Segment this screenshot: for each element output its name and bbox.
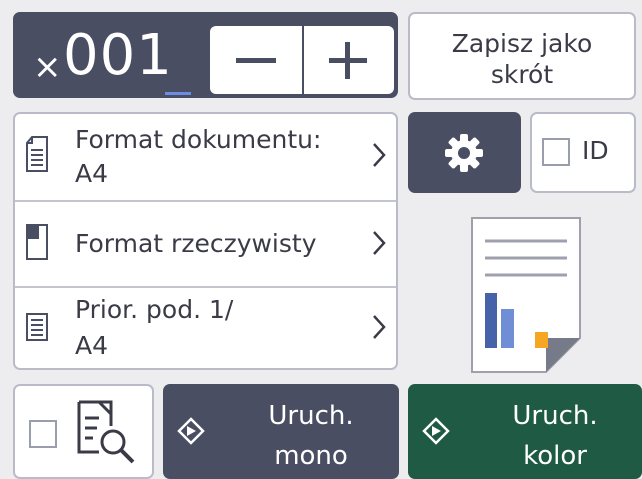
setting-tray-priority-value: A4	[75, 331, 109, 360]
actual-size-icon	[25, 222, 49, 266]
increment-button[interactable]	[302, 26, 394, 94]
id-copy-toggle[interactable]: ID	[530, 112, 636, 193]
start-mono-label: Uruch. mono	[227, 396, 395, 476]
settings-list: Format dokumentu: A4 Format rzeczywisty	[13, 112, 398, 370]
preview-checkbox[interactable]	[29, 420, 57, 448]
preview-magnify-icon	[77, 400, 137, 470]
setting-tray-priority-label: Prior. pod. 1/	[75, 295, 234, 324]
setting-tray-priority[interactable]: Prior. pod. 1/ A4	[15, 286, 396, 368]
start-diamond-icon	[177, 417, 205, 449]
save-as-shortcut-line2: skrót	[490, 60, 554, 89]
gear-icon	[445, 134, 483, 172]
setting-document-size-value: A4	[75, 159, 109, 188]
save-as-shortcut-line1: Zapisz jako	[451, 29, 593, 58]
start-mono-line1: Uruch.	[268, 401, 354, 431]
start-color-line1: Uruch.	[512, 401, 598, 431]
preview-toggle[interactable]	[13, 384, 154, 479]
decrement-button[interactable]	[210, 26, 302, 94]
id-copy-checkbox[interactable]	[542, 138, 570, 166]
setting-actual-size-label: Format rzeczywisty	[75, 229, 317, 258]
copies-prefix: ×	[33, 47, 62, 87]
setting-document-size-label: Format dokumentu:	[75, 125, 322, 154]
save-as-shortcut-button[interactable]: Zapisz jako skrót	[408, 12, 636, 100]
start-mono-line2: mono	[274, 441, 348, 471]
copies-counter: × 001	[13, 12, 398, 98]
chevron-right-icon	[372, 230, 386, 260]
document-preview-icon	[469, 215, 585, 379]
setting-document-size[interactable]: Format dokumentu: A4	[15, 114, 396, 198]
tray-priority-icon	[25, 306, 49, 350]
settings-button[interactable]	[408, 112, 521, 193]
save-as-shortcut-label: Zapisz jako skrót	[410, 28, 634, 90]
id-copy-label: ID	[582, 136, 609, 165]
copies-stepper	[210, 26, 394, 94]
setting-actual-size[interactable]: Format rzeczywisty	[15, 200, 396, 288]
chevron-right-icon	[372, 142, 386, 172]
start-color-button[interactable]: Uruch. kolor	[408, 384, 642, 479]
start-diamond-icon	[422, 417, 450, 449]
start-mono-button[interactable]: Uruch. mono	[163, 384, 399, 479]
chevron-right-icon	[372, 314, 386, 344]
start-color-line2: kolor	[523, 441, 587, 471]
document-size-icon	[25, 134, 49, 178]
copies-count[interactable]: 001	[63, 24, 173, 88]
start-color-label: Uruch. kolor	[472, 396, 638, 476]
cursor-underline	[165, 92, 191, 95]
